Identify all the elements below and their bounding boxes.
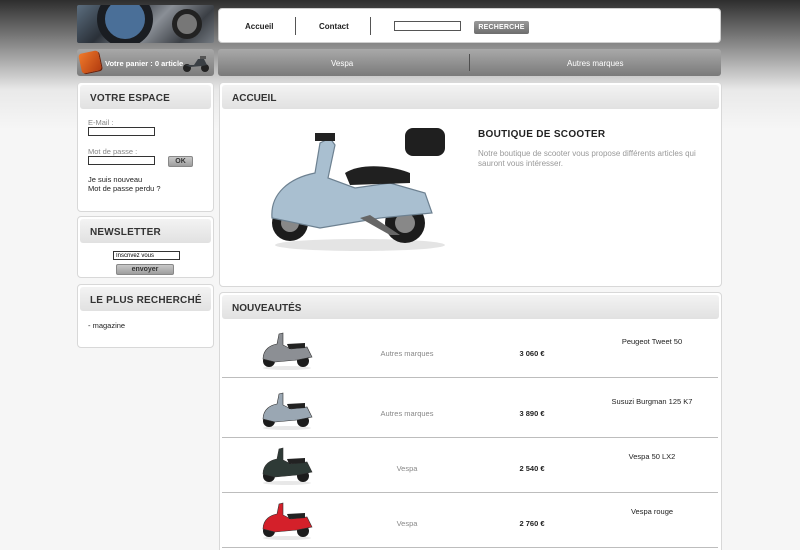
product-thumbnail[interactable] <box>257 329 317 371</box>
product-price: 2 540 € <box>519 464 545 473</box>
nav-contact[interactable]: Contact <box>319 22 349 31</box>
popular-box-header: LE PLUS RECHERCHÉ <box>80 287 211 311</box>
account-box: VOTRE ESPACE E-Mail : Mot de passe : OK … <box>77 82 214 212</box>
new-user-link[interactable]: Je suis nouveau <box>88 175 142 184</box>
shop-title: BOUTIQUE DE SCOOTER <box>478 129 606 140</box>
home-section-title: ACCUEIL <box>232 93 277 104</box>
news-section-header: NOUVEAUTÉS <box>222 295 719 319</box>
product-row[interactable]: Autres marques 3 060 € Peugeot Tweet 50 <box>222 323 718 378</box>
product-row[interactable]: Vespa 2 760 € Vespa rouge <box>222 493 718 548</box>
newsletter-box: NEWSLETTER envoyer <box>77 216 214 278</box>
newsletter-submit-button[interactable]: envoyer <box>116 264 174 275</box>
product-brand: Vespa <box>396 464 418 473</box>
product-row[interactable]: Autres marques 3 890 € Susuzi Burgman 125 … <box>222 383 718 438</box>
product-name[interactable]: Vespa rouge <box>592 507 712 516</box>
product-name[interactable]: Vespa 50 LX2 <box>592 452 712 461</box>
search-input[interactable] <box>394 21 461 31</box>
product-brand: Vespa <box>396 519 418 528</box>
product-price: 2 760 € <box>519 519 545 528</box>
nav-separator <box>295 17 296 35</box>
product-brand: Autres marques <box>380 349 434 358</box>
product-name[interactable]: Peugeot Tweet 50 <box>592 337 712 346</box>
newsletter-email-input[interactable] <box>113 251 180 260</box>
product-thumbnail[interactable] <box>257 444 317 486</box>
cart-bar[interactable]: Votre panier : 0 article <box>77 49 214 76</box>
popular-item[interactable]: - magazine <box>88 321 125 330</box>
shop-description: Notre boutique de scooter vous propose d… <box>478 149 696 168</box>
scooter-icon <box>183 56 209 72</box>
email-field[interactable] <box>88 127 155 136</box>
category-vespa[interactable]: Vespa <box>331 59 353 68</box>
home-section: ACCUEIL BOUTIQUE DE SCOOTER Notre boutiq… <box>219 82 722 287</box>
product-name[interactable]: Susuzi Burgman 125 K7 <box>592 397 712 406</box>
product-thumbnail[interactable] <box>257 499 317 541</box>
category-separator <box>469 54 470 71</box>
product-price: 3 060 € <box>519 349 545 358</box>
product-row[interactable]: Vespa 2 540 € Vespa 50 LX2 <box>222 438 718 493</box>
nav-separator <box>370 17 371 35</box>
popular-box: LE PLUS RECHERCHÉ - magazine <box>77 284 214 348</box>
top-navigation: Accueil Contact RECHERCHE <box>218 8 721 43</box>
cart-summary: Votre panier : 0 article <box>105 59 184 68</box>
news-section-title: NOUVEAUTÉS <box>232 303 302 314</box>
news-section: NOUVEAUTÉS Autres marques 3 060 € Peugeot … <box>219 292 722 550</box>
search-button[interactable]: RECHERCHE <box>474 21 529 34</box>
account-box-title: VOTRE ESPACE <box>90 93 171 104</box>
newsletter-title: NEWSLETTER <box>90 227 161 238</box>
nav-accueil[interactable]: Accueil <box>245 22 273 31</box>
password-label: Mot de passe : <box>88 147 138 156</box>
product-thumbnail[interactable] <box>257 389 317 431</box>
popular-title: LE PLUS RECHERCHÉ <box>90 295 202 306</box>
home-section-header: ACCUEIL <box>222 85 719 109</box>
category-autres-marques[interactable]: Autres marques <box>567 59 623 68</box>
password-field[interactable] <box>88 156 155 165</box>
category-bar: Vespa Autres marques <box>218 49 721 76</box>
newsletter-box-header: NEWSLETTER <box>80 219 211 243</box>
forgot-password-link[interactable]: Mot de passe perdu ? <box>88 184 161 193</box>
header-banner-image <box>77 5 214 43</box>
email-label: E-Mail : <box>88 118 114 127</box>
product-price: 3 890 € <box>519 409 545 418</box>
login-ok-button[interactable]: OK <box>168 156 193 167</box>
account-box-header: VOTRE ESPACE <box>80 85 211 109</box>
cart-icon <box>78 50 102 74</box>
product-brand: Autres marques <box>380 409 434 418</box>
featured-scooter-image[interactable] <box>260 123 450 253</box>
